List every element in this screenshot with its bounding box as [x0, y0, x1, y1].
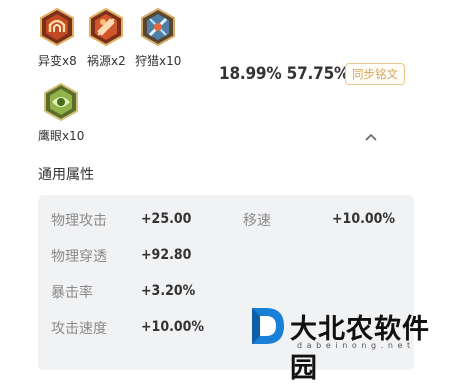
attr-name: 攻击速度 — [51, 321, 107, 337]
rune-calamity[interactable]: 祸源x2 — [87, 7, 126, 69]
attr-name: 物理穿透 — [51, 249, 107, 265]
attr-value: +10.00% — [332, 211, 396, 227]
attr-value: +25.00 — [141, 211, 192, 227]
rune-hunt[interactable]: 狩猎x10 — [135, 7, 182, 69]
rune-label: 鹰眼x10 — [38, 129, 85, 143]
rune-mutation[interactable]: 异变x8 — [38, 7, 77, 69]
hawkeye-rune-icon — [42, 82, 80, 122]
attr-value: +3.20% — [141, 283, 196, 299]
attr-name: 移速 — [243, 213, 271, 229]
hunt-rune-icon — [139, 7, 177, 47]
attr-name: 暴击率 — [51, 285, 93, 301]
attr-value: +10.00% — [141, 319, 205, 335]
watermark-subtitle: dabeinong.net — [297, 341, 415, 350]
mutation-rune-icon — [38, 7, 76, 47]
attack-rate-value: 57.75% — [286, 64, 350, 84]
rune-label: 祸源x2 — [87, 54, 126, 68]
rune-label: 狩猎x10 — [135, 54, 182, 68]
section-title: 通用属性 — [38, 167, 94, 183]
sync-runes-button[interactable]: 同步铭文 — [345, 63, 405, 85]
attr-name: 物理攻击 — [51, 213, 107, 229]
rune-label: 异变x8 — [38, 54, 77, 68]
attr-value: +92.80 — [141, 247, 192, 263]
rune-hawkeye[interactable]: 鹰眼x10 — [38, 82, 85, 144]
crit-rate-value: 18.99% — [219, 64, 282, 84]
chevron-up-icon[interactable] — [364, 132, 378, 142]
rune-stat-summary: 18.99% 57.75% — [219, 64, 349, 84]
calamity-rune-icon — [87, 7, 125, 47]
watermark-logo — [252, 308, 284, 344]
